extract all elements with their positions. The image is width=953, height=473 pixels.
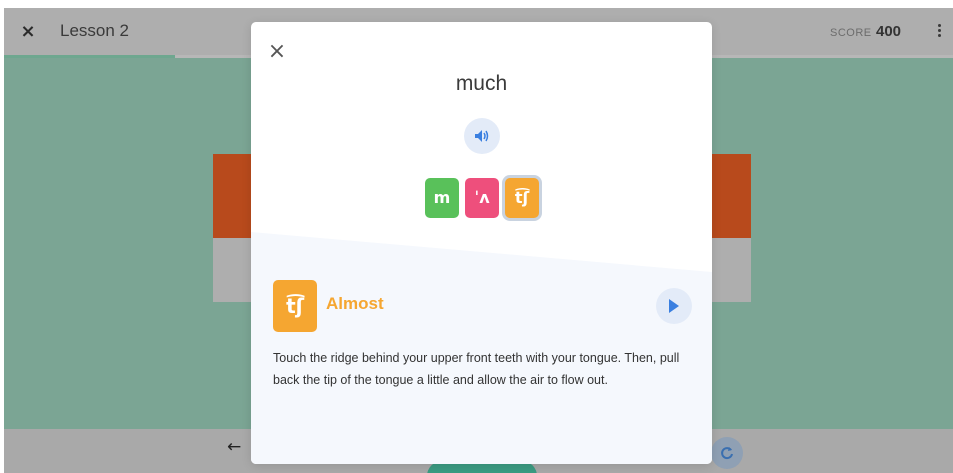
target-word: much [455, 72, 508, 95]
lesson-title: Lesson 2 [60, 21, 129, 40]
speaker-icon[interactable] [464, 118, 500, 154]
back-button[interactable]: ← [227, 437, 241, 457]
lesson-progress-fill [4, 55, 175, 58]
more-vertical-icon[interactable] [932, 22, 946, 44]
score-value: 400 [876, 23, 902, 40]
refresh-icon[interactable] [711, 437, 743, 469]
pronunciation-feedback-modal: × much m ˈʌ t͡ʃ t͡ʃ Almost Touch the rid… [251, 22, 712, 464]
phoneme-tile[interactable]: ˈʌ [465, 178, 499, 218]
phoneme-tile[interactable]: m [425, 178, 459, 218]
phoneme-tile-selected[interactable]: t͡ʃ [505, 178, 539, 218]
pronunciation-tip: Touch the ridge behind your upper front … [273, 351, 680, 387]
feedback-phoneme-badge: t͡ʃ [273, 280, 317, 332]
close-modal-button[interactable]: × [265, 40, 289, 64]
play-icon[interactable] [656, 288, 692, 324]
feedback-result-label: Almost [326, 294, 384, 313]
score-label: SCORE [830, 27, 872, 39]
close-lesson-button[interactable]: × [17, 20, 39, 44]
